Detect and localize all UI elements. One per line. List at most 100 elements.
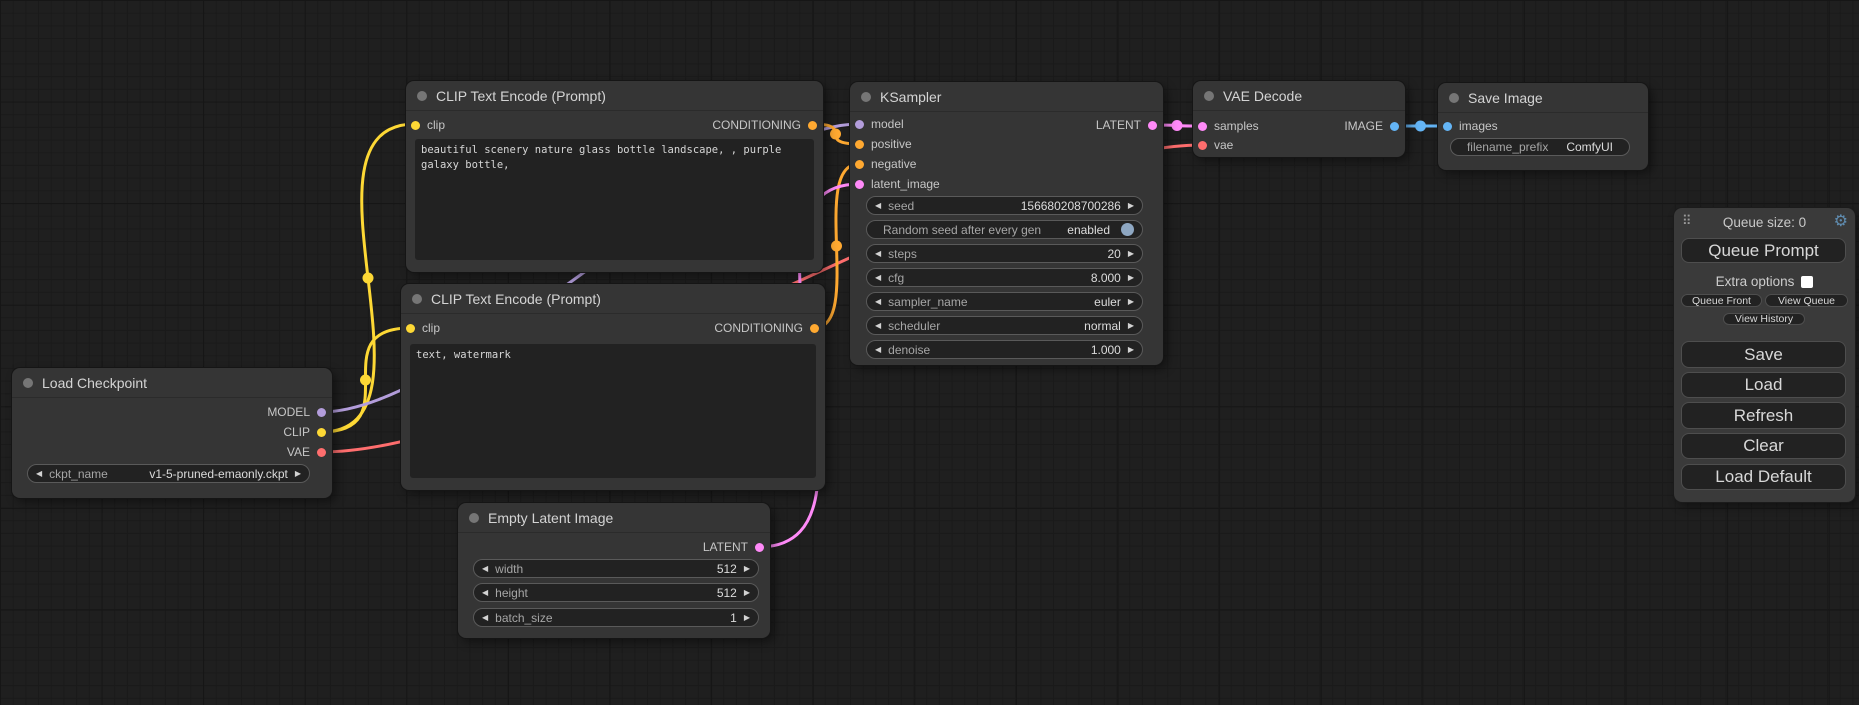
extra-options-checkbox[interactable] [1801,276,1813,288]
widget-random-seed-toggle[interactable]: Random seed after every gen enabled [866,220,1143,239]
left-arrow-icon[interactable]: ◀ [482,614,488,622]
prompt-textarea[interactable]: beautiful scenery nature glass bottle la… [415,139,814,260]
widget-cfg[interactable]: ◀ cfg 8.000 ▶ [866,268,1143,287]
latent-port-dot[interactable] [1148,121,1157,130]
conditioning-port-dot[interactable] [855,160,864,169]
node-title: CLIP Text Encode (Prompt) [436,88,606,104]
widget-height[interactable]: ◀ height 512 ▶ [473,583,759,602]
right-arrow-icon[interactable]: ▶ [1128,322,1134,330]
widget-denoise[interactable]: ◀ denoise 1.000 ▶ [866,340,1143,359]
left-arrow-icon[interactable]: ◀ [875,250,881,258]
collapse-dot-icon[interactable] [469,513,479,523]
latent-port-dot[interactable] [855,180,864,189]
toggle-knob[interactable] [1121,223,1134,236]
right-arrow-icon[interactable]: ▶ [1128,202,1134,210]
node-clip-text-encode-negative[interactable]: CLIP Text Encode (Prompt) clip CONDITION… [401,284,825,490]
link-midpoint-dot[interactable] [831,241,842,252]
collapse-dot-icon[interactable] [1449,93,1459,103]
port-label: CLIP [283,425,310,439]
right-arrow-icon[interactable]: ▶ [295,470,301,478]
left-arrow-icon[interactable]: ◀ [482,565,488,573]
node-titlebar[interactable]: Save Image [1438,83,1648,113]
queue-panel[interactable]: ⠿ Queue size: 0 ⚙ Queue Prompt Extra opt… [1674,208,1855,502]
left-arrow-icon[interactable]: ◀ [875,274,881,282]
right-arrow-icon[interactable]: ▶ [1128,274,1134,282]
link-midpoint-dot[interactable] [363,273,374,284]
collapse-dot-icon[interactable] [861,92,871,102]
node-titlebar[interactable]: KSampler [850,82,1163,112]
clip-port-dot[interactable] [411,121,420,130]
right-arrow-icon[interactable]: ▶ [1128,250,1134,258]
node-ksampler[interactable]: KSampler model positive negative latent_… [850,82,1163,365]
node-load-checkpoint[interactable]: Load Checkpoint MODEL CLIP VAE ◀ ckpt_na… [12,368,332,498]
collapse-dot-icon[interactable] [412,294,422,304]
model-port-dot[interactable] [855,120,864,129]
widget-ckpt-name[interactable]: ◀ ckpt_name v1-5-pruned-emaonly.ckpt ▶ [27,464,310,483]
latent-port-dot[interactable] [1198,122,1207,131]
widget-steps[interactable]: ◀ steps 20 ▶ [866,244,1143,263]
widget-scheduler[interactable]: ◀ scheduler normal ▶ [866,316,1143,335]
conditioning-port-dot[interactable] [810,324,819,333]
link-midpoint-dot[interactable] [1415,121,1426,132]
clip-port-dot[interactable] [317,428,326,437]
queue-prompt-button[interactable]: Queue Prompt [1681,238,1846,263]
load-button[interactable]: Load [1681,372,1846,398]
link-midpoint-dot[interactable] [360,375,371,386]
node-titlebar[interactable]: Empty Latent Image [458,503,770,533]
right-arrow-icon[interactable]: ▶ [744,565,750,573]
node-titlebar[interactable]: CLIP Text Encode (Prompt) [401,284,825,314]
collapse-dot-icon[interactable] [23,378,33,388]
image-port-dot[interactable] [1443,122,1452,131]
node-titlebar[interactable]: Load Checkpoint [12,368,332,398]
view-history-button[interactable]: View History [1723,313,1805,325]
widget-width[interactable]: ◀ width 512 ▶ [473,559,759,578]
model-port-dot[interactable] [317,408,326,417]
queue-front-button[interactable]: Queue Front [1681,294,1762,307]
latent-port-dot[interactable] [755,543,764,552]
widget-label: width [495,562,523,576]
left-arrow-icon[interactable]: ◀ [875,298,881,306]
conditioning-port-dot[interactable] [855,140,864,149]
save-button[interactable]: Save [1681,341,1846,368]
left-arrow-icon[interactable]: ◀ [36,470,42,478]
widget-value: ComfyUI [1566,140,1613,154]
port-label: vae [1214,138,1233,152]
link-midpoint-dot[interactable] [1172,120,1183,131]
left-arrow-icon[interactable]: ◀ [875,346,881,354]
settings-gear-icon[interactable]: ⚙ [1834,211,1848,231]
right-arrow-icon[interactable]: ▶ [744,614,750,622]
drag-handle-icon[interactable]: ⠿ [1682,213,1692,229]
port-label: model [871,117,904,131]
widget-sampler-name[interactable]: ◀ sampler_name euler ▶ [866,292,1143,311]
refresh-button[interactable]: Refresh [1681,402,1846,429]
vae-port-dot[interactable] [317,448,326,457]
left-arrow-icon[interactable]: ◀ [875,322,881,330]
widget-batch-size[interactable]: ◀ batch_size 1 ▶ [473,608,759,627]
vae-port-dot[interactable] [1198,141,1207,150]
left-arrow-icon[interactable]: ◀ [482,589,488,597]
link-midpoint-dot[interactable] [830,129,841,140]
node-vae-decode[interactable]: VAE Decode samples vae IMAGE [1193,81,1405,157]
node-titlebar[interactable]: VAE Decode [1193,81,1405,111]
widget-value: 512 [717,586,737,600]
widget-filename-prefix[interactable]: filename_prefix ComfyUI [1450,138,1630,156]
node-empty-latent-image[interactable]: Empty Latent Image LATENT ◀ width 512 ▶ … [458,503,770,638]
load-default-button[interactable]: Load Default [1681,464,1846,490]
prompt-textarea[interactable]: text, watermark [410,344,816,478]
widget-seed[interactable]: ◀ seed 156680208700286 ▶ [866,196,1143,215]
node-clip-text-encode-positive[interactable]: CLIP Text Encode (Prompt) clip CONDITION… [406,81,823,272]
collapse-dot-icon[interactable] [1204,91,1214,101]
left-arrow-icon[interactable]: ◀ [875,202,881,210]
image-port-dot[interactable] [1390,122,1399,131]
clear-button[interactable]: Clear [1681,433,1846,459]
collapse-dot-icon[interactable] [417,91,427,101]
view-queue-button[interactable]: View Queue [1765,294,1848,307]
node-titlebar[interactable]: CLIP Text Encode (Prompt) [406,81,823,111]
node-save-image[interactable]: Save Image images filename_prefix ComfyU… [1438,83,1648,170]
right-arrow-icon[interactable]: ▶ [1128,346,1134,354]
clip-port-dot[interactable] [406,324,415,333]
right-arrow-icon[interactable]: ▶ [744,589,750,597]
widget-value: v1-5-pruned-emaonly.ckpt [149,467,288,481]
right-arrow-icon[interactable]: ▶ [1128,298,1134,306]
conditioning-port-dot[interactable] [808,121,817,130]
